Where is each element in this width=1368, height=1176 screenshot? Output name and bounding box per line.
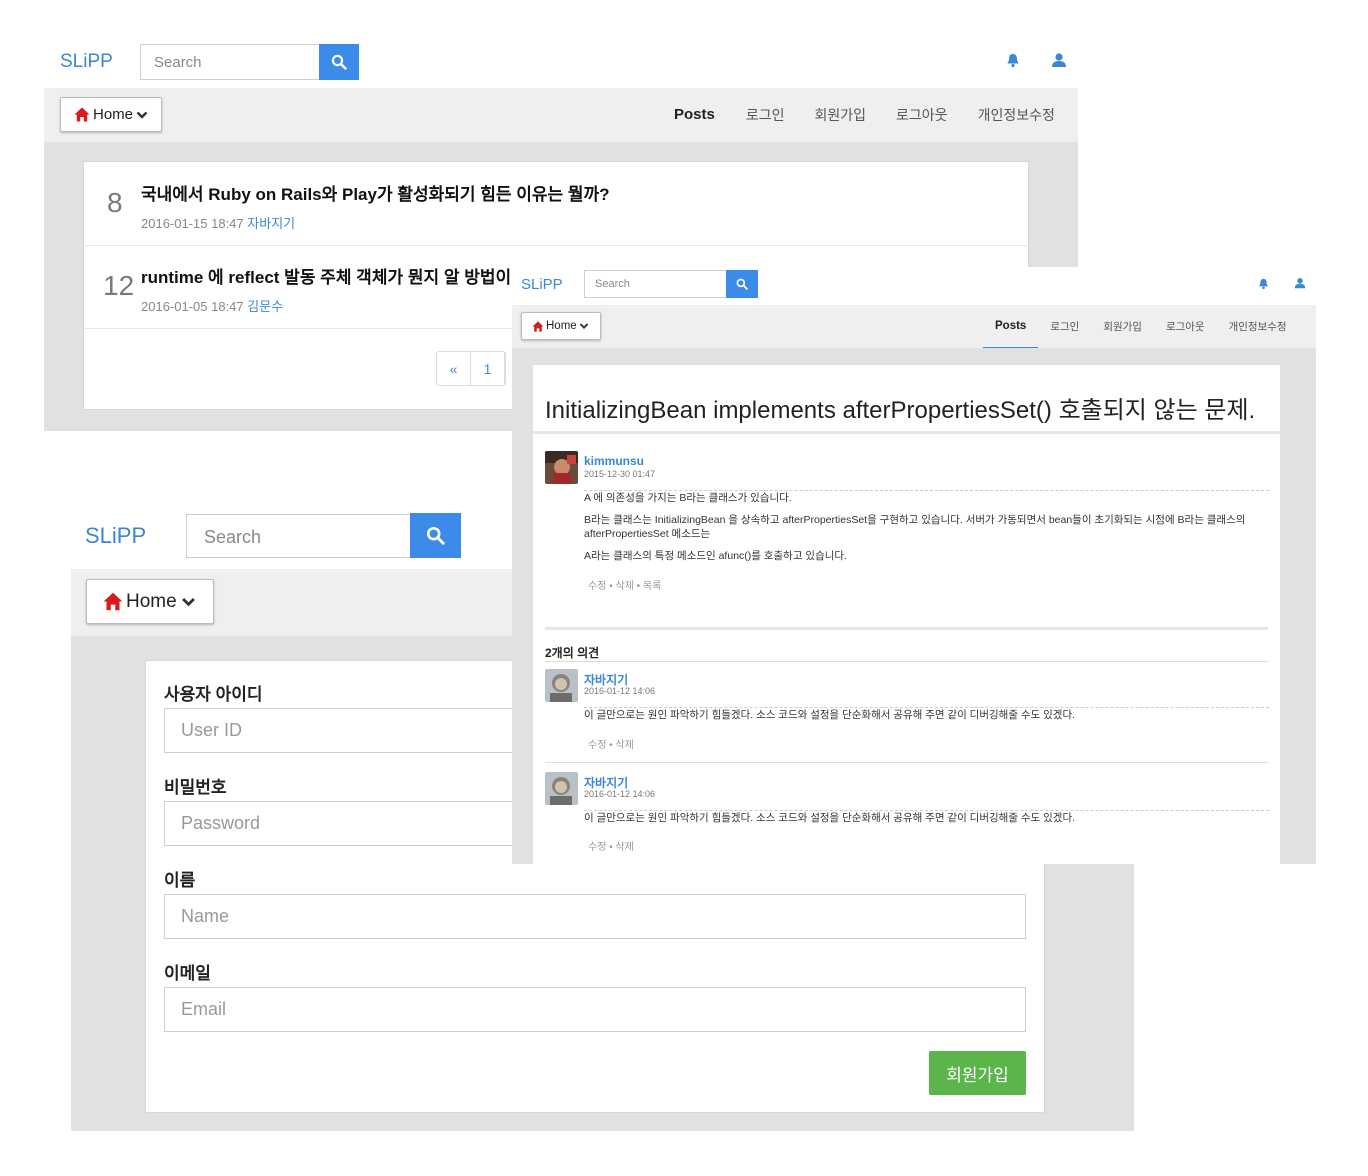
nav-signup[interactable]: 회원가입 [800, 105, 882, 125]
post-answer-count: 8 [107, 187, 123, 218]
password-placeholder: Password [181, 813, 261, 833]
name-label: 이름 [164, 871, 196, 890]
nav-posts[interactable]: Posts [658, 88, 731, 144]
nav-links: Posts 로그인 회원가입 로그아웃 개인정보수정 [983, 305, 1299, 349]
comment-actions[interactable]: 수정 • 삭제 [588, 838, 634, 853]
post-row[interactable]: 8 국내에서 Ruby on Rails와 Play가 활성화되기 힘든 이유는… [84, 162, 1028, 246]
chevron-down-icon [579, 323, 588, 329]
search-button[interactable] [726, 270, 758, 298]
email-input[interactable]: Email [164, 987, 1026, 1032]
pagination: « 1 [436, 351, 506, 386]
post-meta: 2016-01-05 18:47 김문수 [141, 296, 283, 315]
nav-profile-edit[interactable]: 개인정보수정 [963, 105, 1070, 125]
comment-date: 2016-01-12 14:06 [584, 686, 656, 696]
post-date: 2016-01-15 18:47 [141, 216, 244, 231]
nav-profile-edit[interactable]: 개인정보수정 [1217, 319, 1299, 334]
home-label: Home [93, 106, 134, 123]
search-placeholder: Search [154, 54, 202, 71]
comment-text: 이 글만으로는 원인 파악하기 힘들겠다. 소스 코드와 설정을 단순화해서 공… [584, 812, 1076, 824]
nav-login[interactable]: 로그인 [1038, 319, 1091, 334]
home-label: Home [126, 590, 177, 612]
email-placeholder: Email [181, 999, 227, 1019]
home-dropdown-button[interactable]: Home [86, 579, 214, 624]
nav-login[interactable]: 로그인 [731, 105, 800, 125]
commenter-avatar[interactable] [545, 669, 578, 702]
title-divider [533, 431, 1280, 434]
name-input[interactable]: Name [164, 894, 1026, 939]
comment-date: 2016-01-12 14:06 [584, 789, 656, 799]
pagination-prev[interactable]: « [437, 352, 471, 385]
home-dropdown-button[interactable]: Home [521, 312, 601, 340]
nav-bar: Home Posts 로그인 회원가입 로그아웃 개인정보수정 [44, 88, 1078, 144]
post-answer-count: 12 [103, 270, 135, 301]
brand-logo[interactable]: SLiPP [521, 276, 563, 293]
post-author[interactable]: 자바지기 [247, 216, 295, 231]
search-button[interactable] [319, 44, 359, 80]
search-icon [736, 278, 748, 290]
home-dropdown-button[interactable]: Home [60, 97, 162, 132]
article-title: InitializingBean implements afterPropert… [545, 397, 1256, 424]
home-label: Home [546, 320, 577, 332]
nav-posts[interactable]: Posts [983, 305, 1039, 349]
comments-divider [545, 627, 1268, 630]
password-label: 비밀번호 [164, 778, 227, 797]
author-name[interactable]: kimmunsu [584, 454, 644, 468]
chevron-down-icon [136, 111, 148, 119]
user-icon[interactable] [1051, 52, 1067, 68]
search-input[interactable]: Search [584, 270, 727, 298]
commenter-avatar[interactable] [545, 772, 578, 805]
search-placeholder: Search [204, 527, 262, 547]
brand-logo[interactable]: SLiPP [85, 523, 146, 549]
post-date: 2016-01-05 18:47 [141, 299, 244, 314]
search-icon [426, 526, 445, 545]
comment-text: 이 글만으로는 원인 파악하기 힘들겠다. 소스 코드와 설정을 단순화해서 공… [584, 709, 1076, 721]
nav-links: Posts 로그인 회원가입 로그아웃 개인정보수정 [658, 88, 1070, 144]
chevron-down-icon [181, 597, 195, 606]
name-placeholder: Name [181, 906, 230, 926]
comment-actions[interactable]: 수정 • 삭제 [588, 736, 634, 751]
nav-logout[interactable]: 로그아웃 [1154, 319, 1217, 334]
bell-icon[interactable] [1006, 53, 1020, 68]
nav-logout[interactable]: 로그아웃 [881, 105, 963, 125]
comments-heading: 2개의 의견 [545, 646, 600, 660]
nav-signup[interactable]: 회원가입 [1091, 319, 1154, 334]
signup-submit-button[interactable]: 회원가입 [929, 1051, 1026, 1095]
bell-icon[interactable] [1258, 278, 1269, 290]
article-paragraph: B라는 클래스는 InitializingBean 을 상속하고 afterPr… [584, 514, 1246, 540]
comment-separator [545, 762, 1268, 763]
brand-logo[interactable]: SLiPP [60, 51, 113, 73]
article-actions[interactable]: 수정 • 삭제 • 목록 [588, 577, 661, 592]
post-meta: 2016-01-15 18:47 자바지기 [141, 213, 295, 232]
pagination-page[interactable]: 1 [471, 352, 505, 385]
email-label: 이메일 [164, 964, 211, 983]
user-id-label: 사용자 아이디 [164, 685, 263, 704]
home-icon [103, 592, 123, 611]
article-page-screenshot: SLiPP Search Home Posts 로그인 회원가입 로그아웃 개인… [512, 267, 1316, 864]
search-input[interactable]: Search [186, 514, 411, 558]
post-author[interactable]: 김문수 [247, 299, 283, 314]
content-area: InitializingBean implements afterPropert… [512, 348, 1316, 864]
home-icon [74, 107, 90, 122]
search-placeholder: Search [595, 278, 630, 290]
post-title[interactable]: 국내에서 Ruby on Rails와 Play가 활성화되기 힘든 이유는 뭘… [141, 180, 610, 205]
comments-heading-divider [545, 661, 1268, 662]
nav-bar: Home Posts 로그인 회원가입 로그아웃 개인정보수정 [512, 305, 1316, 349]
search-input[interactable]: Search [140, 44, 320, 80]
user-id-placeholder: User ID [181, 720, 243, 740]
search-button[interactable] [410, 513, 461, 558]
author-avatar[interactable] [545, 451, 578, 484]
article-date: 2015-12-30 01:47 [584, 469, 656, 479]
user-icon[interactable] [1294, 277, 1306, 289]
article-paragraph: A라는 클래스의 특정 메소드인 afunc()를 호출하고 있습니다. [584, 550, 847, 562]
home-icon [532, 320, 544, 332]
article-card: InitializingBean implements afterPropert… [533, 365, 1280, 864]
article-paragraph: A 에 의존성을 가지는 B라는 클래스가 있습니다. [584, 492, 792, 504]
search-icon [331, 54, 347, 70]
